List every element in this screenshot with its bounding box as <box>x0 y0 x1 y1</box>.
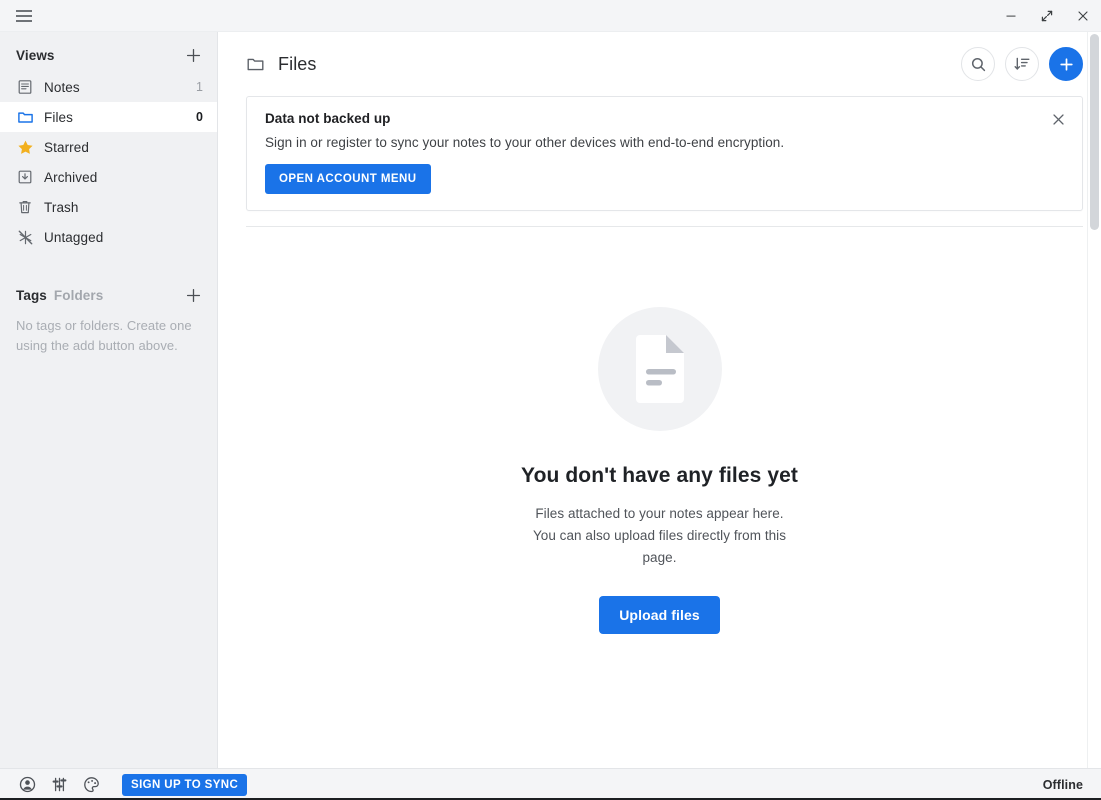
upload-files-button[interactable]: Upload files <box>599 596 720 634</box>
status-bar-icons: SIGN UP TO SYNC <box>14 773 247 797</box>
sidebar-item-files[interactable]: Files 0 <box>0 102 217 132</box>
untagged-icon <box>14 227 36 247</box>
folder-icon <box>14 107 36 127</box>
main-header: Files <box>218 32 1101 96</box>
sidebar-item-label: Trash <box>44 200 79 215</box>
vertical-scrollbar[interactable] <box>1087 32 1101 768</box>
sliders-icon[interactable] <box>46 773 72 797</box>
folder-outline-icon <box>246 55 265 74</box>
banner-area: Data not backed up Sign in or register t… <box>218 96 1101 227</box>
sign-up-to-sync-button[interactable]: SIGN UP TO SYNC <box>122 774 247 796</box>
sidebar-item-label: Starred <box>44 140 89 155</box>
views-section-title: Views <box>16 48 55 63</box>
status-bar: SIGN UP TO SYNC Offline <box>0 768 1101 800</box>
sidebar-item-label: Notes <box>44 80 80 95</box>
banner-description: Sign in or register to sync your notes t… <box>265 135 1064 150</box>
empty-state-subtitle: Files attached to your notes appear here… <box>527 503 792 569</box>
sidebar-item-untagged[interactable]: Untagged <box>0 222 217 252</box>
open-account-menu-button[interactable]: OPEN ACCOUNT MENU <box>265 164 431 194</box>
document-icon <box>598 307 722 431</box>
header-actions <box>961 47 1083 81</box>
sidebar-item-count: 1 <box>196 80 203 94</box>
sidebar-item-archived[interactable]: Archived <box>0 162 217 192</box>
maximize-button[interactable] <box>1029 0 1065 32</box>
tags-section-title: Tags <box>16 288 47 303</box>
sidebar-item-label: Archived <box>44 170 97 185</box>
sidebar-item-starred[interactable]: Starred <box>0 132 217 162</box>
notes-icon <box>14 77 36 97</box>
sidebar-item-label: Files <box>44 110 73 125</box>
close-icon[interactable] <box>1046 107 1070 131</box>
tags-empty-message: No tags or folders. Create one using the… <box>0 312 217 356</box>
app-window: Views Notes 1 <box>0 0 1101 800</box>
minimize-button[interactable] <box>993 0 1029 32</box>
scrollbar-thumb[interactable] <box>1090 34 1099 230</box>
trash-icon <box>14 197 36 217</box>
add-file-button[interactable] <box>1049 47 1083 81</box>
app-body: Views Notes 1 <box>0 32 1101 768</box>
empty-state: You don't have any files yet Files attac… <box>218 227 1101 768</box>
account-circle-icon[interactable] <box>14 773 40 797</box>
sidebar: Views Notes 1 <box>0 32 218 768</box>
archive-icon <box>14 167 36 187</box>
sidebar-item-label: Untagged <box>44 230 103 245</box>
views-section-header: Views <box>0 38 217 72</box>
tags-section-header: Tags Folders <box>0 278 217 312</box>
window-controls <box>993 0 1101 32</box>
hamburger-bar <box>16 10 32 12</box>
main-panel: Files <box>218 32 1101 768</box>
title-bar <box>0 0 1101 32</box>
banner-title: Data not backed up <box>265 111 1064 126</box>
sidebar-item-trash[interactable]: Trash <box>0 192 217 222</box>
add-tag-button[interactable] <box>181 283 205 307</box>
hamburger-menu-icon[interactable] <box>8 0 40 32</box>
page-title: Files <box>278 54 317 75</box>
folders-section-title[interactable]: Folders <box>54 288 103 303</box>
empty-state-title: You don't have any files yet <box>521 464 798 488</box>
hamburger-bar <box>16 20 32 22</box>
hamburger-bar <box>16 15 32 17</box>
close-button[interactable] <box>1065 0 1101 32</box>
connection-status: Offline <box>1043 778 1089 792</box>
sort-icon[interactable] <box>1005 47 1039 81</box>
palette-icon[interactable] <box>78 773 104 797</box>
star-icon <box>14 137 36 157</box>
sidebar-item-notes[interactable]: Notes 1 <box>0 72 217 102</box>
page-title-group: Files <box>246 54 317 75</box>
sidebar-item-count: 0 <box>196 110 203 124</box>
add-view-button[interactable] <box>181 43 205 67</box>
backup-warning-banner: Data not backed up Sign in or register t… <box>246 96 1083 211</box>
title-bar-left <box>0 0 40 32</box>
search-icon[interactable] <box>961 47 995 81</box>
